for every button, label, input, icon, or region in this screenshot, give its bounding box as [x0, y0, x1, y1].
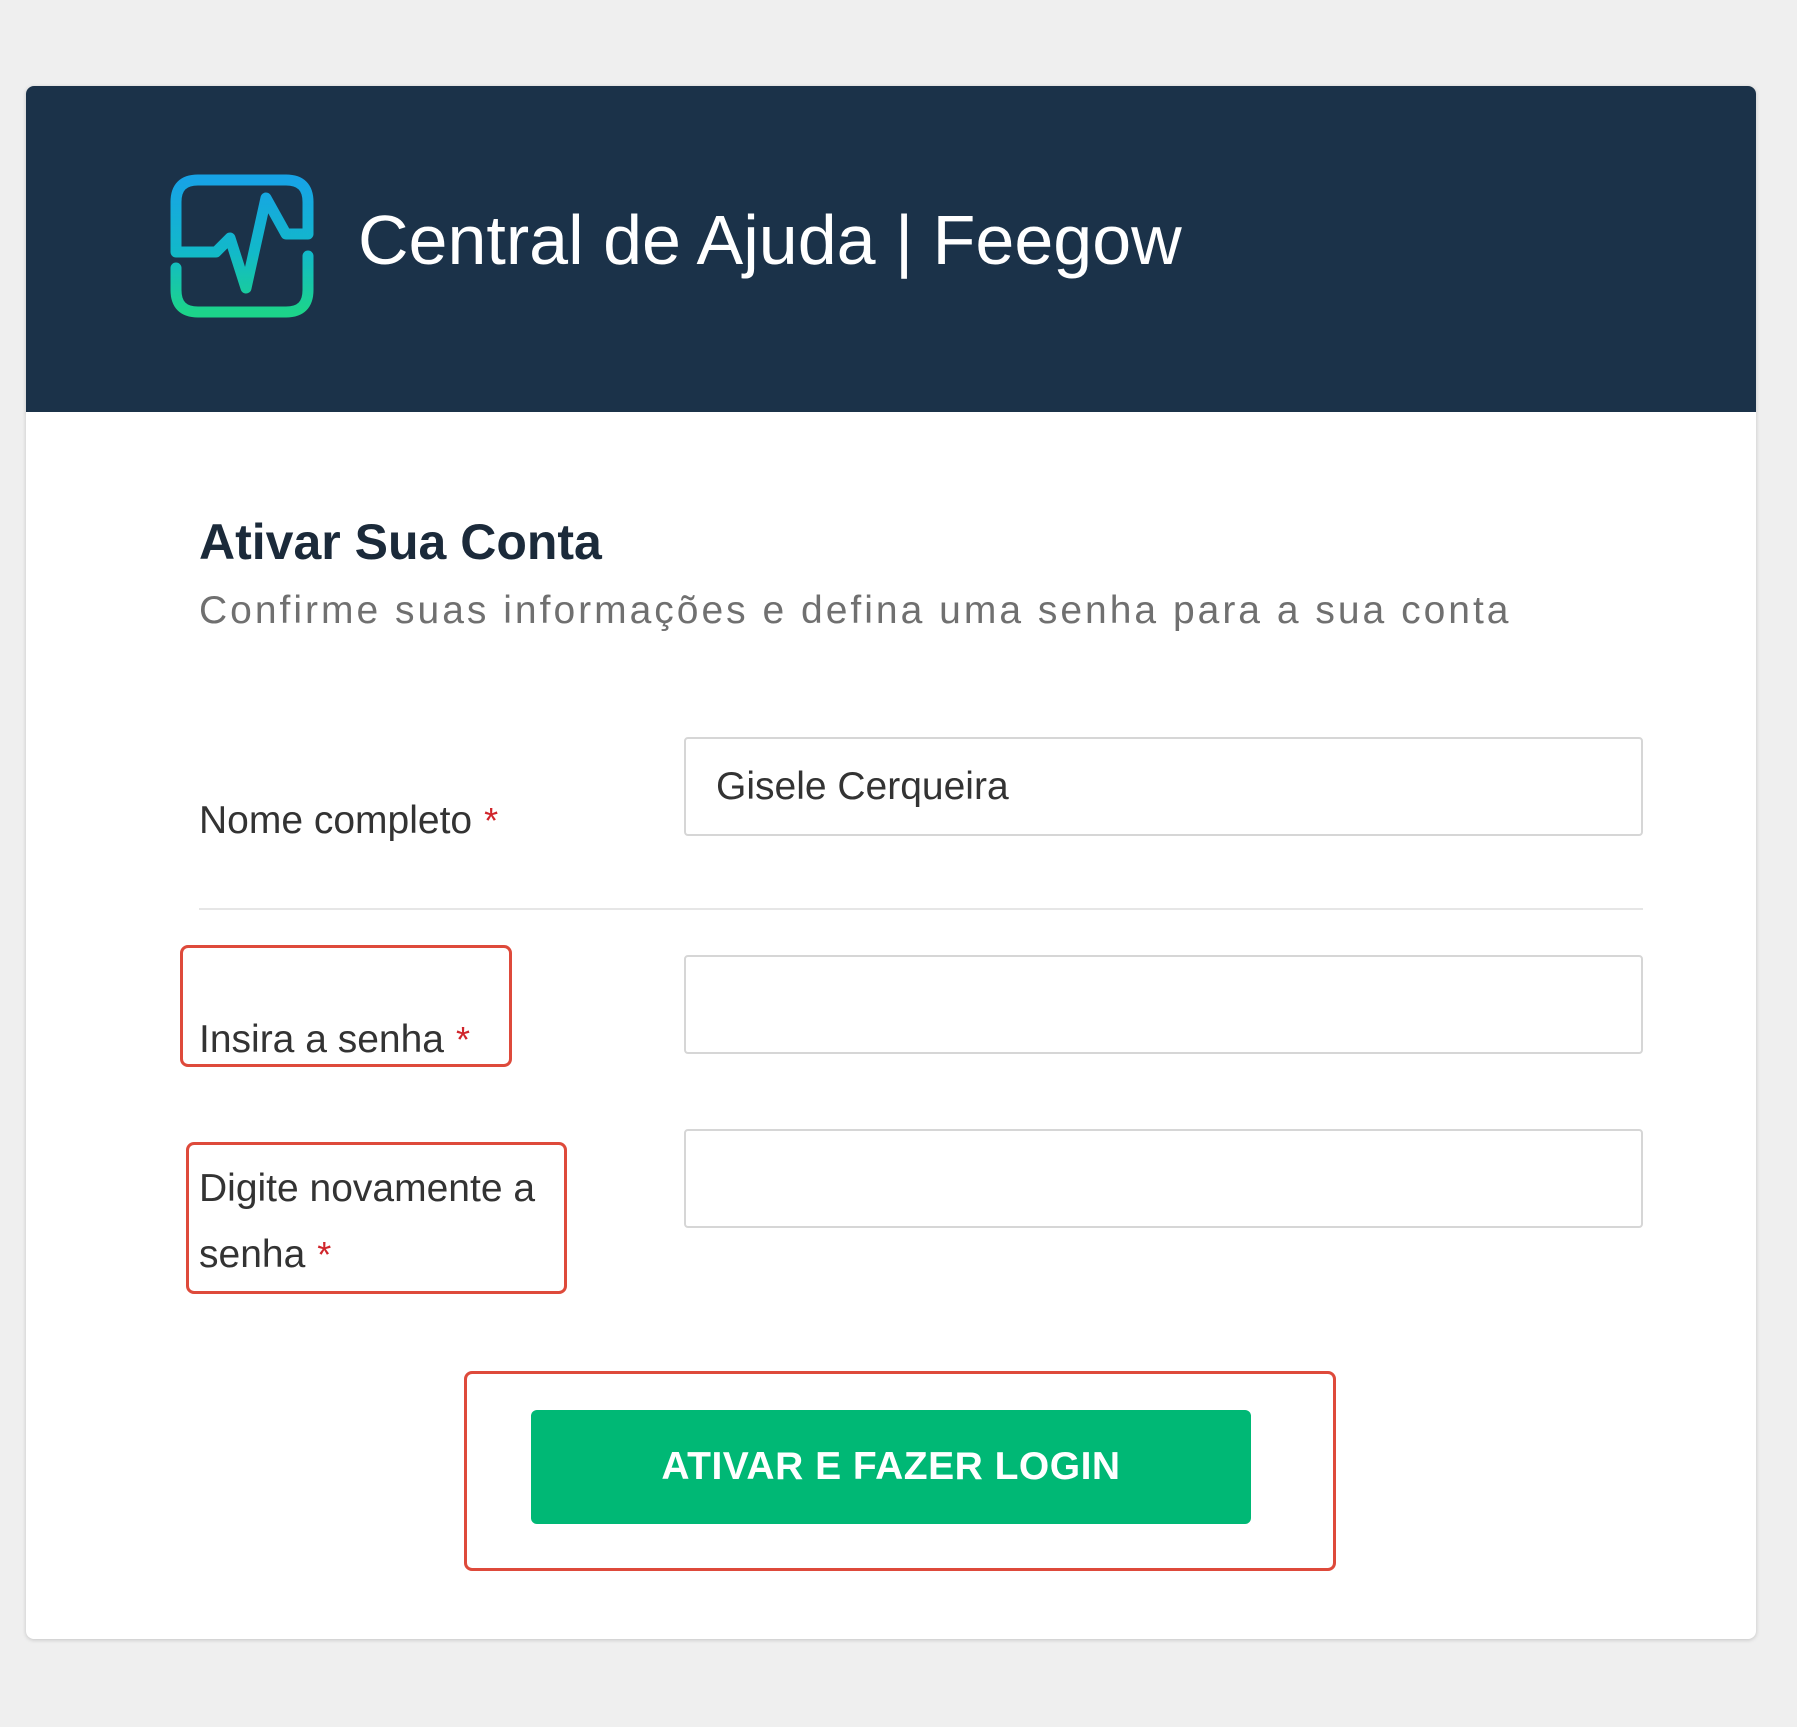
header-title: Central de Ajuda | Feegow — [358, 201, 1182, 279]
form-title: Ativar Sua Conta — [199, 514, 602, 570]
full-name-input[interactable] — [684, 737, 1643, 836]
password-confirm-input[interactable] — [684, 1129, 1643, 1228]
full-name-label: Nome completo * — [199, 788, 498, 854]
full-name-label-text: Nome completo — [199, 799, 473, 842]
pulse-square-logo-icon — [170, 174, 314, 318]
password-label-highlight — [180, 945, 512, 1067]
section-divider — [199, 908, 1643, 910]
password-confirm-label-highlight — [186, 1142, 567, 1294]
activation-card: Central de Ajuda | Feegow Ativar Sua Con… — [26, 86, 1756, 1639]
form-subtitle: Confirme suas informações e defina uma s… — [199, 589, 1512, 632]
submit-button-highlight — [464, 1371, 1336, 1571]
password-input[interactable] — [684, 955, 1643, 1054]
card-header: Central de Ajuda | Feegow — [26, 86, 1756, 412]
required-asterisk: * — [484, 800, 499, 841]
